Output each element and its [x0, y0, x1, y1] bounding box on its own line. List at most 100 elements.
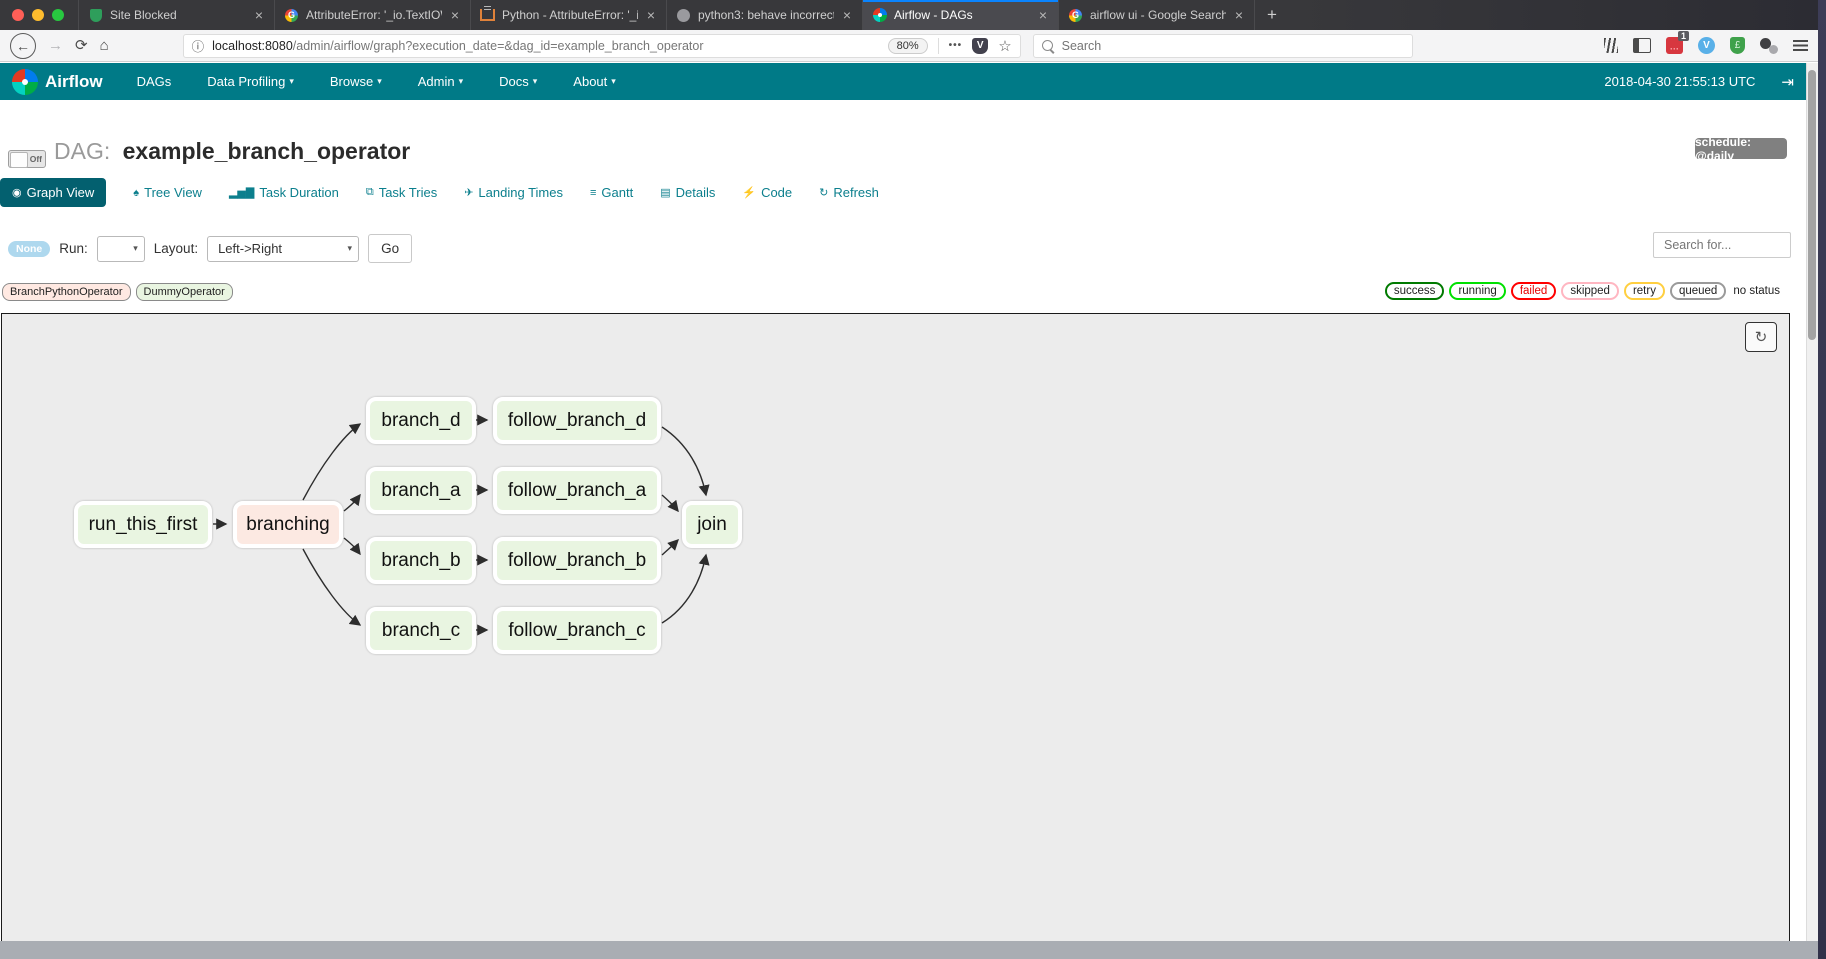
new-tab-button[interactable]: + [1254, 0, 1289, 30]
tab-tree-view[interactable]: ♠Tree View [133, 185, 202, 200]
extension-spheres-icon[interactable] [1760, 38, 1778, 54]
page-actions-icon[interactable]: ••• [949, 40, 963, 51]
extension-red-icon[interactable]: ···1 [1666, 37, 1683, 54]
dag-prefix: DAG: [54, 138, 110, 164]
stackoverflow-icon [480, 8, 495, 23]
logout-icon[interactable]: ⇥ [1781, 73, 1794, 91]
go-button[interactable]: Go [368, 234, 412, 263]
bookmark-star-icon[interactable]: ☆ [998, 37, 1011, 55]
run-select[interactable]: ▾ [97, 236, 145, 262]
tab-landing-times[interactable]: ✈Landing Times [464, 185, 563, 200]
nav-item-docs[interactable]: Docs▾ [499, 74, 537, 89]
url-bar[interactable]: ⓘ localhost:8080/admin/airflow/graph?exe… [183, 34, 1021, 58]
task-search-input[interactable] [1662, 237, 1782, 253]
browser-search-input[interactable] [1060, 38, 1404, 54]
tab-task-tries[interactable]: ⧉Task Tries [366, 185, 437, 200]
window-controls [0, 0, 78, 30]
close-icon[interactable]: × [645, 7, 657, 23]
code-icon: ⚡ [742, 186, 756, 199]
sidebar-toggle-icon[interactable] [1633, 38, 1651, 53]
dag-node-follow_branch_c[interactable]: follow_branch_c [493, 607, 661, 654]
tab-title: Airflow - DAGs [894, 8, 1030, 22]
dag-node-branch_b[interactable]: branch_b [366, 537, 476, 584]
graph-view-icon: ◉ [12, 186, 22, 199]
details-icon: ▤ [660, 186, 670, 199]
dag-node-run_this_first[interactable]: run_this_first [74, 501, 212, 548]
site-info-icon[interactable]: ⓘ [192, 36, 205, 55]
zoom-level-badge[interactable]: 80% [888, 38, 928, 54]
gantt-icon: ≡ [590, 187, 596, 199]
nav-item-data-profiling[interactable]: Data Profiling▾ [207, 74, 294, 89]
google-icon: G [1068, 8, 1083, 23]
tab-python-attributeerror[interactable]: Python - AttributeError: '_io.Tex × [470, 0, 666, 30]
dag-pause-toggle[interactable]: Off [8, 150, 46, 168]
tab-graph-view[interactable]: ◉Graph View [0, 178, 106, 207]
home-button[interactable]: ⌂ [100, 38, 109, 53]
nav-item-dags[interactable]: DAGs [137, 74, 172, 89]
protection-shield-icon[interactable]: V [972, 38, 988, 54]
tab-airflow-dags-active[interactable]: Airflow - DAGs × [862, 0, 1058, 30]
github-icon [676, 8, 691, 23]
close-window-button[interactable] [12, 9, 24, 21]
zoom-window-button[interactable] [52, 9, 64, 21]
refresh-icon: ↻ [819, 186, 828, 199]
legend-no-status: no status [1731, 284, 1782, 298]
dag-node-follow_branch_d[interactable]: follow_branch_d [493, 397, 661, 444]
close-icon[interactable]: × [1233, 7, 1245, 23]
google-icon: G [284, 8, 299, 23]
tab-site-blocked[interactable]: Site Blocked × [78, 0, 274, 30]
browser-search-box[interactable] [1033, 34, 1413, 58]
close-icon[interactable]: × [449, 7, 461, 23]
nav-item-browse[interactable]: Browse▾ [330, 74, 382, 89]
tab-airflow-ui-search[interactable]: G airflow ui - Google Search × [1058, 0, 1254, 30]
utc-clock: 2018-04-30 21:55:13 UTC [1604, 74, 1755, 89]
caret-down-icon: ▾ [459, 76, 464, 87]
close-icon[interactable]: × [841, 7, 853, 23]
task-search-box[interactable] [1653, 232, 1791, 258]
close-icon[interactable]: × [253, 7, 265, 23]
minimize-window-button[interactable] [32, 9, 44, 21]
layout-select[interactable]: Left->Right▾ [207, 236, 359, 262]
vertical-scrollbar-thumb[interactable] [1808, 70, 1816, 340]
back-button[interactable]: ← [10, 33, 36, 59]
tab-gantt[interactable]: ≡Gantt [590, 185, 633, 200]
reload-button[interactable]: ⟳ [75, 38, 88, 53]
schedule-badge: schedule: @daily [1695, 138, 1787, 159]
legend-branchpythonoperator: BranchPythonOperator [2, 283, 131, 301]
view-tabs: ◉Graph View ♠Tree View ▂▅▇Task Duration … [0, 178, 879, 207]
library-icon[interactable] [1604, 38, 1618, 53]
tab-code[interactable]: ⚡Code [742, 185, 792, 200]
extension-shield-icon[interactable]: £ [1730, 37, 1745, 54]
tab-refresh[interactable]: ↻Refresh [819, 185, 879, 200]
tab-title: python3: behave incorrectly mo [698, 8, 834, 22]
dag-node-branch_a[interactable]: branch_a [366, 467, 476, 514]
airflow-logo-icon[interactable] [12, 69, 38, 95]
dag-node-join[interactable]: join [682, 501, 742, 548]
caret-down-icon: ▾ [611, 76, 616, 87]
airflow-brand[interactable]: Airflow [45, 72, 103, 92]
tab-title: Python - AttributeError: '_io.Tex [502, 8, 638, 22]
dag-name: example_branch_operator [123, 138, 411, 164]
forward-button[interactable]: → [48, 38, 63, 53]
tab-attributeerror[interactable]: G AttributeError: '_io.TextIOWrapp × [274, 0, 470, 30]
tab-details[interactable]: ▤Details [660, 185, 715, 200]
tab-python3-behave[interactable]: python3: behave incorrectly mo × [666, 0, 862, 30]
graph-refresh-button[interactable]: ↻ [1745, 322, 1777, 352]
caret-down-icon: ▾ [289, 76, 294, 87]
extension-blue-icon[interactable]: V [1698, 37, 1715, 54]
dag-graph-canvas[interactable]: run_this_first branching branch_d branch… [1, 313, 1790, 941]
nav-item-about[interactable]: About▾ [573, 74, 616, 89]
nav-item-admin[interactable]: Admin▾ [418, 74, 463, 89]
close-icon[interactable]: × [1037, 7, 1049, 23]
divider [938, 38, 939, 54]
dag-node-branch_c[interactable]: branch_c [366, 607, 476, 654]
legend-skipped: skipped [1561, 282, 1619, 300]
dag-node-branching[interactable]: branching [233, 501, 343, 548]
dag-node-follow_branch_b[interactable]: follow_branch_b [493, 537, 661, 584]
dag-node-branch_d[interactable]: branch_d [366, 397, 476, 444]
dag-node-follow_branch_a[interactable]: follow_branch_a [493, 467, 661, 514]
graph-controls: None Run: ▾ Layout: Left->Right▾ Go [8, 234, 412, 263]
legend-dummyoperator: DummyOperator [136, 283, 233, 301]
menu-hamburger-icon[interactable] [1793, 40, 1808, 51]
tab-task-duration[interactable]: ▂▅▇Task Duration [229, 185, 339, 200]
